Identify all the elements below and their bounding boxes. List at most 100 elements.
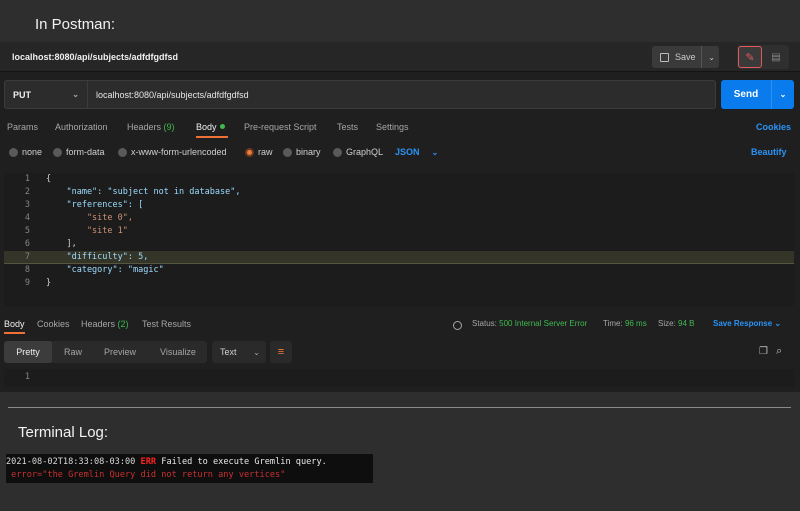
log-message: Failed to execute Gremlin query.	[161, 457, 327, 467]
code-line: 6 ],	[4, 238, 794, 251]
response-tabs: Body Cookies Headers (2) Test Results St…	[0, 317, 800, 333]
search-icon[interactable]: ⌕	[776, 345, 782, 358]
code-text: ],	[46, 239, 77, 249]
response-tab-body[interactable]: Body	[4, 319, 25, 329]
section-divider	[8, 407, 791, 408]
response-tab-headers[interactable]: Headers (2)	[81, 319, 129, 329]
tab-params[interactable]: Params	[7, 122, 38, 132]
terminal-heading: Terminal Log:	[18, 424, 109, 441]
tab-headers-label: Headers	[127, 122, 162, 132]
save-response-label: Save Response	[713, 319, 773, 328]
line-number: 3	[24, 200, 30, 210]
chevron-down-icon[interactable]: ⌄	[771, 80, 794, 109]
save-response-button[interactable]: Save Response ⌄	[713, 319, 781, 328]
view-pretty[interactable]: Pretty	[4, 341, 52, 363]
log-timestamp: 2021-08-02T18:33:08-03:00	[6, 457, 136, 467]
chevron-down-icon: ⌄	[431, 147, 439, 157]
tab-body-label: Body	[196, 122, 217, 132]
wrap-lines-icon[interactable]: ≡	[270, 341, 292, 363]
log-error-detail: error="the Gremlin Query did not return …	[6, 470, 286, 480]
line-number: 5	[24, 226, 30, 236]
postman-heading: In Postman:	[35, 16, 116, 33]
format-select[interactable]: JSON ⌄	[395, 147, 438, 157]
documentation-icon[interactable]: ▤	[764, 46, 788, 68]
code-line: 8 "category": "magic"	[4, 264, 794, 277]
option-urlencoded-label: x-www-form-urlencoded	[131, 147, 227, 157]
view-mode-segment: Pretty Raw Preview Visualize	[4, 341, 207, 363]
code-text: }	[46, 278, 52, 288]
size-label: Size:	[658, 319, 676, 328]
view-preview[interactable]: Preview	[104, 347, 136, 357]
chevron-down-icon: ⌄	[774, 319, 782, 328]
code-text: "category": "magic"	[46, 265, 164, 275]
request-body-editor[interactable]: 1{ 2 "name": "subject not in database", …	[4, 173, 794, 306]
copy-icon[interactable]: ❐	[759, 346, 768, 357]
line-number: 1	[24, 372, 30, 382]
size-value[interactable]: 94 B	[678, 319, 694, 328]
active-response-tab-underline	[4, 332, 25, 334]
request-tab-title[interactable]: localhost:8080/api/subjects/adfdfgdfsd	[12, 52, 178, 62]
save-button[interactable]: Save ⌄	[652, 46, 719, 68]
cookies-link[interactable]: Cookies	[756, 122, 791, 132]
response-tab-test-results[interactable]: Test Results	[142, 319, 191, 329]
option-graphql-label: GraphQL	[346, 147, 384, 157]
method-value: PUT	[13, 89, 31, 100]
tab-prerequest-script[interactable]: Pre-request Script	[244, 122, 317, 132]
option-none-label: none	[22, 147, 43, 157]
tab-body[interactable]: Body	[196, 122, 225, 132]
terminal-log: 2021-08-02T18:33:08-03:00 ERR Failed to …	[6, 454, 373, 483]
option-none[interactable]: none	[9, 147, 42, 157]
response-format-select[interactable]: Text ⌄	[212, 341, 266, 363]
response-tab-cookies[interactable]: Cookies	[37, 319, 70, 329]
request-tab-bar: localhost:8080/api/subjects/adfdfgdfsd S…	[0, 42, 800, 72]
code-line: 4 "site 0",	[4, 212, 794, 225]
tab-settings[interactable]: Settings	[376, 122, 409, 132]
chevron-down-icon: ⌄	[72, 90, 79, 99]
option-urlencoded[interactable]: x-www-form-urlencoded	[118, 147, 227, 157]
response-body-viewer[interactable]: 1	[4, 369, 794, 387]
tab-authorization[interactable]: Authorization	[55, 122, 108, 132]
url-bar: PUT ⌄	[4, 80, 716, 109]
line-number: 7	[24, 252, 30, 262]
response-view-toolbar: Pretty Raw Preview Visualize Text ⌄ ≡ ❐ …	[4, 341, 794, 363]
tab-tests[interactable]: Tests	[337, 122, 358, 132]
code-line: 5 "site 1"	[4, 225, 794, 238]
option-binary-label: binary	[296, 147, 321, 157]
option-form-data[interactable]: form-data	[53, 147, 105, 157]
time-value[interactable]: 96 ms	[625, 319, 647, 328]
pencil-icon[interactable]: ✎	[738, 46, 762, 68]
active-tab-underline	[196, 136, 228, 138]
headers-count: (9)	[163, 122, 175, 132]
option-binary[interactable]: binary	[283, 147, 321, 157]
option-raw[interactable]: raw	[245, 147, 273, 157]
view-raw[interactable]: Raw	[64, 347, 82, 357]
radio-selected-icon	[245, 147, 254, 157]
view-visualize[interactable]: Visualize	[160, 347, 196, 357]
postman-window: localhost:8080/api/subjects/adfdfgdfsd S…	[0, 42, 800, 392]
send-button[interactable]: Send ⌄	[721, 80, 794, 109]
radio-icon	[53, 147, 62, 157]
response-headers-count: (2)	[117, 319, 129, 329]
tab-headers[interactable]: Headers (9)	[127, 122, 175, 132]
response-format-value: Text	[220, 347, 237, 357]
code-line: 1{	[4, 173, 794, 186]
beautify-button[interactable]: Beautify	[751, 147, 787, 157]
option-graphql[interactable]: GraphQL	[333, 147, 383, 157]
option-raw-label: raw	[258, 147, 273, 157]
response-time: Time: 96 ms	[603, 319, 647, 328]
status-value[interactable]: 500 Internal Server Error	[499, 319, 587, 328]
line-number: 8	[24, 265, 30, 275]
code-text: "references": [	[46, 200, 144, 210]
code-line: 9}	[4, 277, 794, 290]
url-input[interactable]	[88, 80, 716, 109]
chevron-down-icon: ⌄	[253, 347, 260, 357]
code-line: 2 "name": "subject not in database",	[4, 186, 794, 199]
code-text: "site 0",	[46, 213, 133, 223]
response-status: Status: 500 Internal Server Error	[472, 319, 587, 328]
radio-icon	[9, 147, 18, 157]
code-line-current: 7 "difficulty": 5,	[4, 251, 794, 264]
chevron-down-icon[interactable]: ⌄	[701, 46, 715, 68]
format-value: JSON	[395, 147, 420, 157]
code-line: 3 "references": [	[4, 199, 794, 212]
method-select[interactable]: PUT ⌄	[4, 80, 88, 109]
